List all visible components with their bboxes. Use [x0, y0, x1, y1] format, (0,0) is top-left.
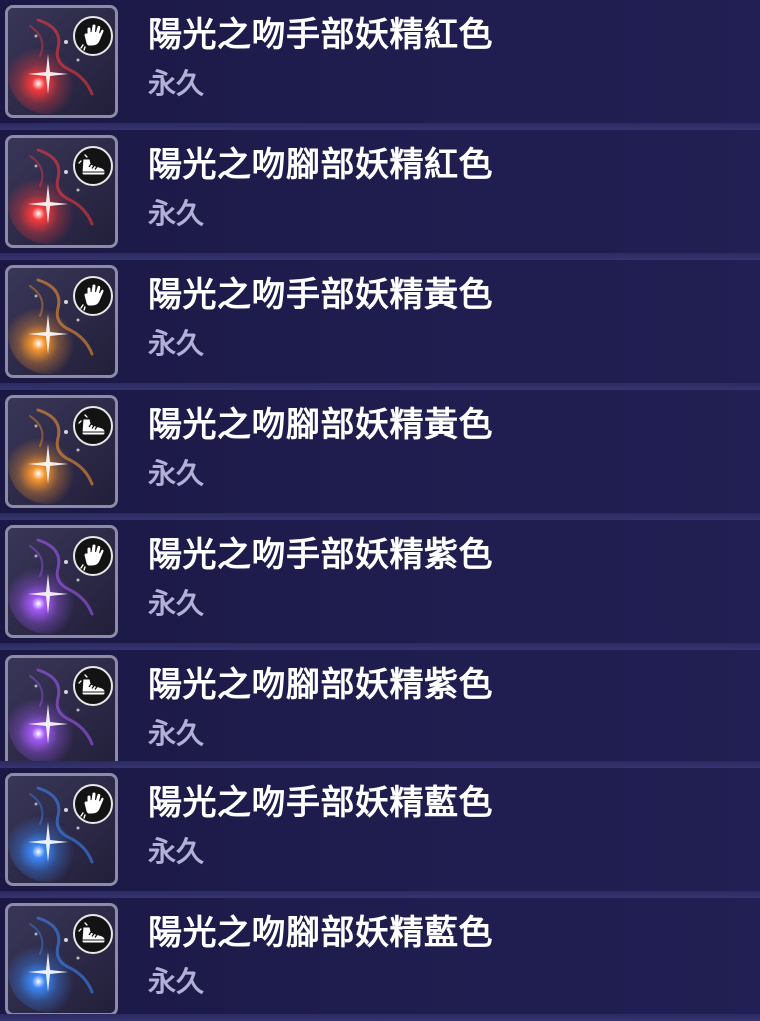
list-item[interactable]: 陽光之吻手部妖精藍色永久 — [0, 768, 760, 898]
item-title: 陽光之吻腳部妖精藍色 — [148, 913, 493, 953]
item-title: 陽光之吻手部妖精黃色 — [148, 275, 493, 315]
hand-icon — [73, 536, 113, 576]
item-duration: 永久 — [148, 197, 205, 230]
list-item[interactable]: 陽光之吻腳部妖精黃色永久 — [0, 390, 760, 520]
shoe-icon — [73, 666, 113, 706]
item-thumbnail — [5, 395, 118, 508]
list-item[interactable]: 陽光之吻腳部妖精紅色永久 — [0, 130, 760, 260]
item-title: 陽光之吻手部妖精紅色 — [148, 15, 493, 55]
item-duration: 永久 — [148, 717, 205, 750]
item-thumbnail — [5, 655, 118, 768]
item-duration: 永久 — [148, 965, 205, 998]
item-duration: 永久 — [148, 327, 205, 360]
item-duration: 永久 — [148, 587, 205, 620]
shoe-icon — [73, 914, 113, 954]
shoe-icon — [73, 146, 113, 186]
hand-icon — [73, 276, 113, 316]
item-title: 陽光之吻手部妖精藍色 — [148, 783, 493, 823]
item-title: 陽光之吻腳部妖精紅色 — [148, 145, 493, 185]
item-duration: 永久 — [148, 67, 205, 100]
item-duration: 永久 — [148, 457, 205, 490]
list-item[interactable]: 陽光之吻手部妖精紅色永久 — [0, 0, 760, 130]
item-duration: 永久 — [148, 835, 205, 868]
item-thumbnail — [5, 525, 118, 638]
hand-icon — [73, 16, 113, 56]
item-list: 陽光之吻手部妖精紅色 永久 陽光之吻腳部妖精紅色 永久 陽光之吻手部妖精黃色 永久 陽光之吻… — [0, 0, 760, 1021]
item-title: 陽光之吻手部妖精紫色 — [148, 535, 493, 575]
hand-icon — [73, 784, 113, 824]
item-thumbnail — [5, 5, 118, 118]
list-item[interactable]: 陽光之吻腳部妖精紫色永久 — [0, 650, 760, 768]
shoe-icon — [73, 406, 113, 446]
item-title: 陽光之吻腳部妖精黃色 — [148, 405, 493, 445]
item-thumbnail — [5, 135, 118, 248]
item-thumbnail — [5, 265, 118, 378]
list-item[interactable]: 陽光之吻手部妖精黃色永久 — [0, 260, 760, 390]
item-title: 陽光之吻腳部妖精紫色 — [148, 665, 493, 705]
list-item[interactable]: 陽光之吻手部妖精紫色永久 — [0, 520, 760, 650]
list-item[interactable]: 陽光之吻腳部妖精藍色永久 — [0, 898, 760, 1021]
item-thumbnail — [5, 903, 118, 1016]
item-thumbnail — [5, 773, 118, 886]
